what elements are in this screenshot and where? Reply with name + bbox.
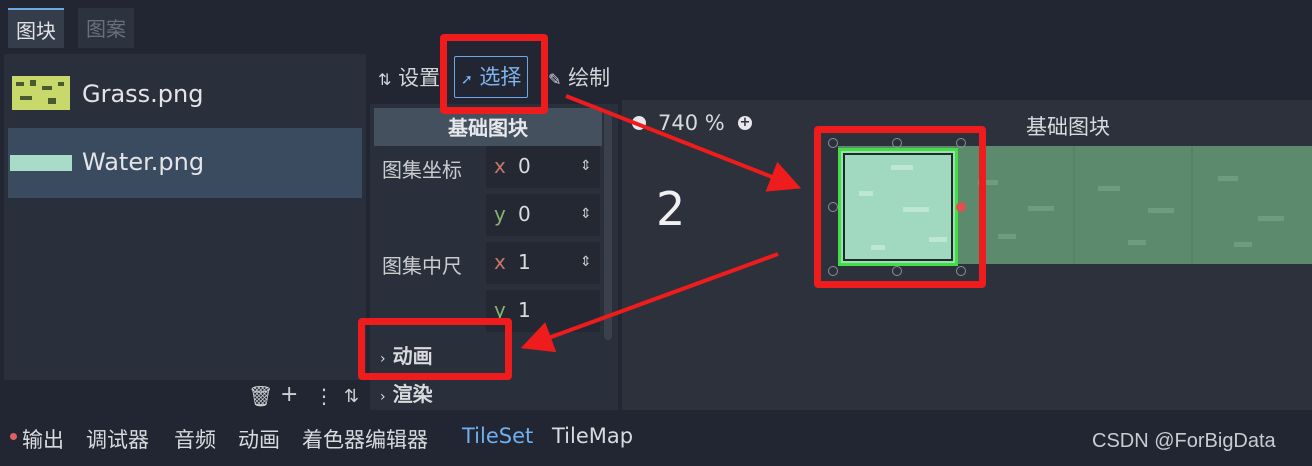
bottom-tab-audio[interactable]: 音频 [174, 424, 216, 454]
bottom-tab-animation[interactable]: 动画 [238, 424, 280, 454]
bottom-tab-debugger[interactable]: 调试器 [86, 424, 149, 454]
bottom-tab-shader-editor[interactable]: 着色器编辑器 [302, 424, 428, 454]
bottom-tab-output[interactable]: 输出 [22, 424, 64, 454]
watermark: CSDN @ForBigData [1092, 430, 1276, 452]
bottom-tab-tileset[interactable]: TileSet [462, 424, 533, 448]
bottom-tab-tilemap[interactable]: TileMap [552, 424, 633, 448]
annotation-arrows [520, 94, 802, 353]
error-dot-icon [10, 433, 17, 440]
